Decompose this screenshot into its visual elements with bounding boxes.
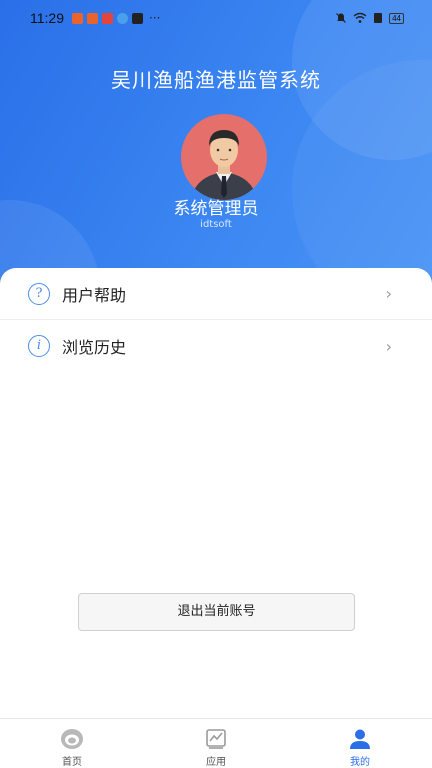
chart-icon — [206, 729, 226, 749]
home-icon — [61, 729, 83, 749]
weibo-notification-icon — [87, 12, 98, 24]
mute-icon — [336, 13, 347, 23]
tab-label: 首页 — [62, 757, 82, 768]
battery-icon: 44 — [389, 12, 404, 24]
wifi-icon — [353, 12, 367, 23]
profile-header: 11:29 ··· 44 吴川渔船渔港监管系统 系统管理员 idtsoft — [0, 0, 432, 300]
status-time: 11:29 — [30, 10, 64, 26]
profile-content: ? 用户帮助 › i 浏览历史 › 退出当前账号 — [0, 268, 432, 718]
more-notifications-icon: ··· — [149, 11, 161, 25]
user-account: idtsoft — [200, 219, 232, 230]
tab-label: 应用 — [206, 757, 226, 768]
tiktok-notification-icon — [132, 12, 143, 24]
app-title: 吴川渔船渔港监管系统 — [111, 68, 321, 92]
sim-icon — [374, 13, 383, 23]
tab-apps[interactable]: 应用 — [144, 719, 288, 768]
info-circle-icon: i — [28, 335, 50, 357]
status-right: 44 — [335, 12, 404, 24]
menu-item-label: 浏览历史 — [62, 338, 127, 357]
weibo-notification-icon — [72, 12, 83, 24]
chevron-right-icon: › — [385, 284, 392, 303]
status-left: 11:29 ··· — [30, 10, 160, 26]
user-icon — [350, 729, 370, 749]
menu-item-browse-history[interactable]: i 浏览历史 › — [0, 320, 432, 372]
logout-button[interactable]: 退出当前账号 — [78, 593, 355, 631]
browser-notification-icon — [117, 12, 128, 24]
menu-item-user-help[interactable]: ? 用户帮助 › — [0, 268, 432, 320]
user-name: 系统管理员 — [173, 199, 259, 219]
menu-item-label: 用户帮助 — [62, 285, 127, 305]
bottom-tab-bar: 首页 应用 我的 — [0, 718, 432, 768]
app-notification-icon — [102, 12, 113, 24]
tab-mine[interactable]: 我的 — [288, 719, 432, 768]
tab-label: 我的 — [350, 757, 370, 768]
user-avatar[interactable] — [181, 114, 267, 200]
chevron-right-icon: › — [385, 336, 392, 356]
tab-home[interactable]: 首页 — [0, 719, 144, 768]
status-bar: 11:29 ··· 44 — [0, 0, 432, 36]
avatar-person-icon — [191, 130, 257, 200]
help-circle-icon: ? — [28, 282, 50, 305]
